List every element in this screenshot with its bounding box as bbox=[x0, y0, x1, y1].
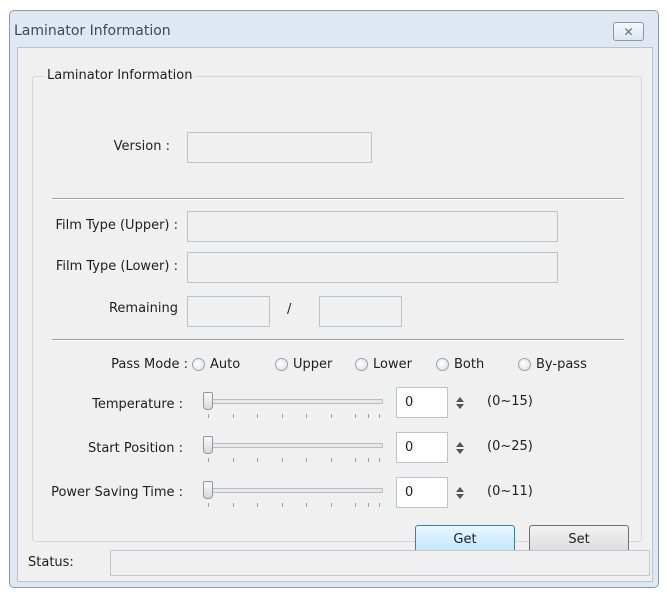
radio-button-icon[interactable] bbox=[275, 358, 288, 371]
slider-tick bbox=[233, 503, 234, 507]
pass-mode-upper-label: Upper bbox=[293, 357, 333, 372]
window-title: Laminator Information bbox=[14, 23, 171, 39]
pass-mode-auto[interactable]: Auto bbox=[192, 357, 240, 372]
slider-tick bbox=[368, 458, 369, 462]
slider-ticks bbox=[208, 414, 380, 419]
status-field bbox=[110, 550, 650, 576]
separator-bottom bbox=[52, 339, 624, 341]
slider-tick bbox=[282, 503, 283, 507]
slider-tick bbox=[282, 414, 283, 418]
pass-mode-bypass[interactable]: By-pass bbox=[518, 357, 587, 372]
slider-tick bbox=[331, 458, 332, 462]
dialog-client-area: Laminator Information Version : Film Typ… bbox=[17, 47, 653, 582]
temperature-range: (0~15) bbox=[487, 394, 533, 409]
start-position-value: 0 bbox=[405, 440, 414, 455]
laminator-info-groupbox: Laminator Information Version : Film Typ… bbox=[32, 68, 642, 553]
slider-track bbox=[207, 399, 383, 404]
slider-ticks bbox=[208, 503, 380, 508]
slider-ticks bbox=[208, 458, 380, 463]
spin-up-icon[interactable] bbox=[456, 486, 464, 492]
slider-tick bbox=[257, 414, 258, 418]
slider-tick bbox=[233, 414, 234, 418]
start-position-slider[interactable] bbox=[203, 434, 385, 462]
power-saving-slider[interactable] bbox=[203, 479, 385, 507]
film-lower-field bbox=[187, 252, 558, 283]
status-bar: Status: bbox=[18, 544, 652, 583]
slider-tick bbox=[379, 503, 380, 507]
pass-mode-lower-label: Lower bbox=[373, 357, 412, 372]
power-saving-spin-arrows[interactable] bbox=[453, 477, 467, 508]
spin-down-icon[interactable] bbox=[456, 403, 464, 409]
film-upper-label: Film Type (Upper) : bbox=[55, 218, 178, 233]
slider-tick bbox=[233, 458, 234, 462]
remaining-slash: / bbox=[287, 302, 292, 317]
slider-tick bbox=[379, 458, 380, 462]
remaining-left-field bbox=[187, 296, 270, 327]
pass-mode-auto-label: Auto bbox=[210, 357, 241, 372]
slider-track bbox=[207, 443, 383, 448]
radio-button-icon[interactable] bbox=[436, 358, 449, 371]
slider-tick bbox=[306, 414, 307, 418]
start-position-spinbox[interactable]: 0 bbox=[396, 432, 448, 463]
close-icon: ✕ bbox=[623, 24, 634, 39]
pass-mode-bypass-label: By-pass bbox=[536, 357, 587, 372]
power-saving-spinbox[interactable]: 0 bbox=[396, 477, 448, 508]
spin-up-icon[interactable] bbox=[456, 396, 464, 402]
slider-tick bbox=[306, 503, 307, 507]
slider-tick bbox=[355, 503, 356, 507]
slider-tick bbox=[282, 458, 283, 462]
spin-down-icon[interactable] bbox=[456, 493, 464, 499]
radio-button-icon[interactable] bbox=[192, 358, 205, 371]
close-button[interactable]: ✕ bbox=[613, 22, 644, 41]
power-saving-range: (0~11) bbox=[487, 484, 533, 499]
status-label: Status: bbox=[28, 555, 74, 570]
titlebar: Laminator Information ✕ bbox=[10, 11, 658, 47]
slider-tick bbox=[368, 414, 369, 418]
radio-button-icon[interactable] bbox=[518, 358, 531, 371]
spin-up-icon[interactable] bbox=[456, 441, 464, 447]
start-position-spin-arrows[interactable] bbox=[453, 432, 467, 463]
slider-thumb[interactable] bbox=[203, 481, 213, 499]
start-position-range: (0~25) bbox=[487, 439, 533, 454]
slider-thumb[interactable] bbox=[203, 436, 213, 454]
temperature-slider[interactable] bbox=[203, 390, 385, 418]
slider-tick bbox=[368, 503, 369, 507]
start-position-label: Start Position : bbox=[87, 441, 183, 456]
slider-tick bbox=[355, 414, 356, 418]
version-label: Version : bbox=[113, 139, 170, 154]
groupbox-legend: Laminator Information bbox=[44, 68, 196, 83]
slider-tick bbox=[208, 503, 209, 507]
slider-tick bbox=[355, 458, 356, 462]
power-saving-value: 0 bbox=[405, 485, 414, 500]
remaining-right-field bbox=[319, 296, 402, 327]
pass-mode-upper[interactable]: Upper bbox=[275, 357, 332, 372]
remaining-label: Remaining bbox=[108, 301, 178, 316]
slider-track bbox=[207, 488, 383, 493]
temperature-spinbox[interactable]: 0 bbox=[396, 387, 448, 418]
pass-mode-label: Pass Mode : bbox=[111, 357, 188, 372]
radio-button-icon[interactable] bbox=[355, 358, 368, 371]
pass-mode-lower[interactable]: Lower bbox=[355, 357, 412, 372]
slider-tick bbox=[379, 414, 380, 418]
slider-tick bbox=[331, 503, 332, 507]
separator-top bbox=[52, 198, 624, 200]
temperature-spin-arrows[interactable] bbox=[453, 387, 467, 418]
slider-tick bbox=[331, 414, 332, 418]
temperature-label: Temperature : bbox=[92, 397, 183, 412]
temperature-value: 0 bbox=[405, 395, 414, 410]
film-upper-field bbox=[187, 211, 558, 242]
slider-thumb[interactable] bbox=[203, 392, 213, 410]
film-lower-label: Film Type (Lower) : bbox=[55, 259, 178, 274]
pass-mode-both[interactable]: Both bbox=[436, 357, 484, 372]
slider-tick bbox=[257, 458, 258, 462]
slider-tick bbox=[306, 458, 307, 462]
laminator-info-window: Laminator Information ✕ Laminator Inform… bbox=[9, 10, 659, 588]
version-field bbox=[187, 132, 372, 163]
pass-mode-both-label: Both bbox=[454, 357, 485, 372]
slider-tick bbox=[208, 414, 209, 418]
spin-down-icon[interactable] bbox=[456, 448, 464, 454]
slider-tick bbox=[257, 503, 258, 507]
power-saving-label: Power Saving Time : bbox=[51, 485, 183, 500]
slider-tick bbox=[208, 458, 209, 462]
